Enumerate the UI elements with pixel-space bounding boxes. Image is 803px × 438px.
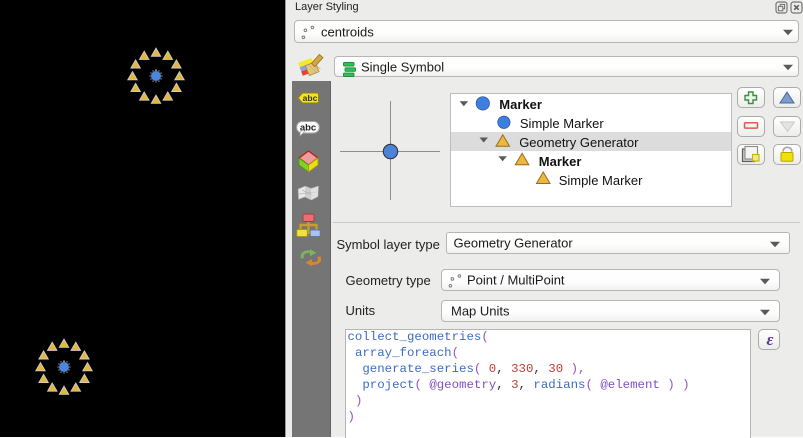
svg-text:abc: abc [302,93,317,103]
svg-text:abc: abc [300,123,316,134]
